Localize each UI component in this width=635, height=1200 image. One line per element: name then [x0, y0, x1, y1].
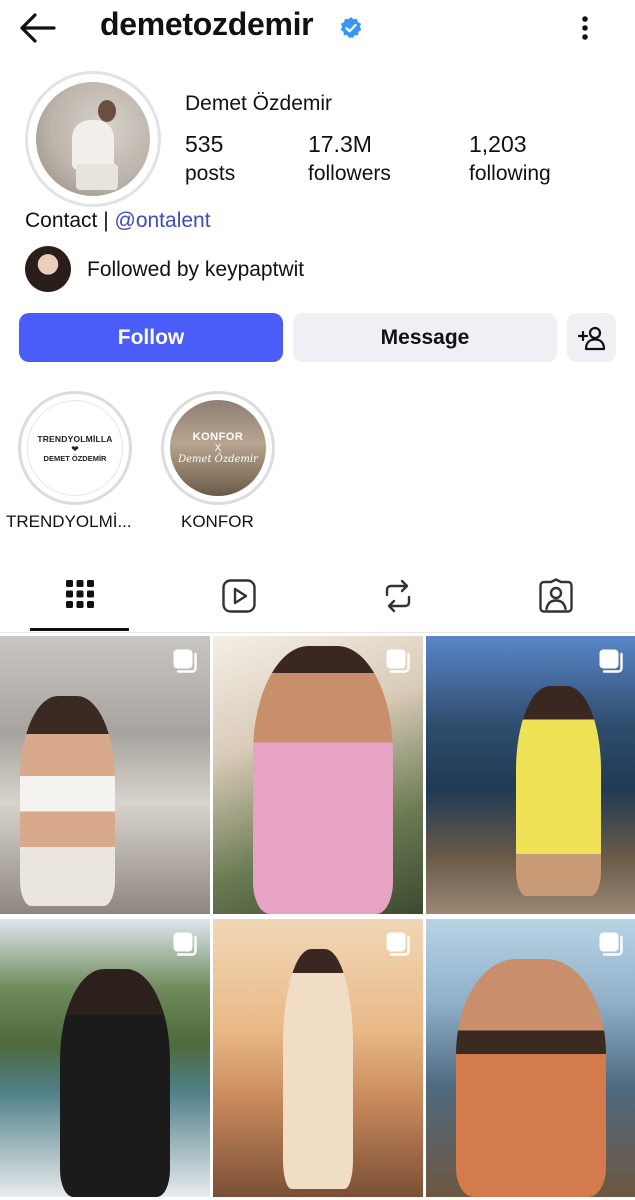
- highlight-ring: TRENDYOLMİLLA ❤ DEMET ÖZDEMİR: [18, 391, 132, 505]
- tab-tagged[interactable]: [492, 560, 619, 632]
- post-photo-subject: [253, 646, 393, 914]
- highlight-label: KONFOR: [181, 512, 254, 531]
- highlight-cover-line1: KONFOR: [192, 431, 244, 443]
- carousel-icon: [173, 932, 197, 956]
- carousel-icon: [599, 649, 623, 673]
- highlight-konfor[interactable]: KONFOR X Demet Özdemir: [161, 391, 275, 505]
- follow-button[interactable]: Follow: [19, 313, 283, 362]
- post-thumbnail[interactable]: [426, 919, 635, 1197]
- highlight-ring: KONFOR X Demet Özdemir: [161, 391, 275, 505]
- stat-posts[interactable]: 535 posts: [185, 131, 235, 186]
- followed-by-text: Followed by keypaptwit: [87, 258, 305, 281]
- highlight-trendyolmilla[interactable]: TRENDYOLMİLLA ❤ DEMET ÖZDEMİR: [18, 391, 132, 505]
- post-photo-subject: [283, 949, 353, 1189]
- highlight-cover: TRENDYOLMİLLA ❤ DEMET ÖZDEMİR: [27, 400, 123, 496]
- following-count: 1,203: [469, 131, 527, 157]
- tabs-divider: [0, 632, 635, 633]
- back-arrow-icon[interactable]: [18, 10, 56, 46]
- profile-username: demetozdemir: [100, 6, 314, 42]
- top-bar: demetozdemir: [0, 0, 635, 56]
- display-name: Demet Özdemir: [185, 92, 333, 115]
- posts-label: posts: [185, 162, 236, 185]
- stat-followers[interactable]: 17.3M followers: [308, 131, 391, 186]
- verified-badge-icon: [340, 17, 362, 38]
- followers-count: 17.3M: [308, 131, 372, 157]
- highlight-label: TRENDYOLMİ...: [6, 512, 132, 531]
- grid-icon: [65, 580, 94, 608]
- reels-play-icon: [221, 579, 256, 613]
- repost-icon: [385, 579, 410, 613]
- highlight-cover-line2: X: [214, 443, 222, 454]
- post-photo-subject: [516, 686, 601, 896]
- followed-by-row[interactable]: Followed by keypaptwit: [25, 246, 445, 292]
- post-thumbnail[interactable]: [426, 636, 635, 914]
- active-tab-indicator: [30, 628, 129, 631]
- post-photo-subject: [60, 969, 170, 1197]
- follower-avatar: [25, 246, 71, 292]
- stat-following[interactable]: 1,203 following: [469, 131, 551, 186]
- highlight-cover: KONFOR X Demet Özdemir: [170, 400, 266, 496]
- highlight-cover-line2: DEMET ÖZDEMİR: [43, 453, 107, 463]
- posts-grid: [0, 636, 635, 1200]
- following-label: following: [469, 162, 551, 185]
- carousel-icon: [599, 932, 623, 956]
- person-add-icon: [577, 326, 605, 350]
- post-thumbnail[interactable]: [213, 636, 423, 914]
- avatar-figure-body: [72, 120, 114, 170]
- profile-tabs: [0, 560, 635, 632]
- tab-reposts[interactable]: [334, 560, 461, 632]
- highlight-cover-line1: TRENDYOLMİLLA: [37, 433, 113, 444]
- post-thumbnail[interactable]: [0, 919, 210, 1197]
- posts-count: 535: [185, 131, 224, 157]
- tab-reels[interactable]: [175, 560, 302, 632]
- carousel-icon: [386, 649, 410, 673]
- carousel-icon: [173, 649, 197, 673]
- avatar-figure-legs: [76, 164, 118, 190]
- more-options-icon[interactable]: [572, 10, 598, 46]
- bio-text: Contact |: [25, 209, 115, 232]
- profile-avatar-ring[interactable]: [25, 71, 161, 207]
- heart-icon: ❤: [71, 443, 79, 454]
- message-button[interactable]: Message: [293, 313, 557, 362]
- tab-grid[interactable]: [16, 560, 143, 632]
- post-thumbnail[interactable]: [0, 636, 210, 914]
- highlight-cover-line3: Demet Özdemir: [178, 454, 258, 465]
- post-photo-subject: [20, 696, 115, 906]
- suggest-people-button[interactable]: [567, 313, 616, 362]
- profile-avatar: [36, 82, 150, 196]
- avatar-figure-head: [98, 100, 116, 122]
- post-photo-subject: [456, 959, 606, 1197]
- followers-label: followers: [308, 162, 391, 185]
- bio-handle-link[interactable]: @ontalent: [115, 209, 211, 232]
- post-thumbnail[interactable]: [213, 919, 423, 1197]
- bio: Contact | @ontalent: [25, 209, 211, 233]
- tagged-person-icon: [538, 578, 573, 613]
- carousel-icon: [386, 932, 410, 956]
